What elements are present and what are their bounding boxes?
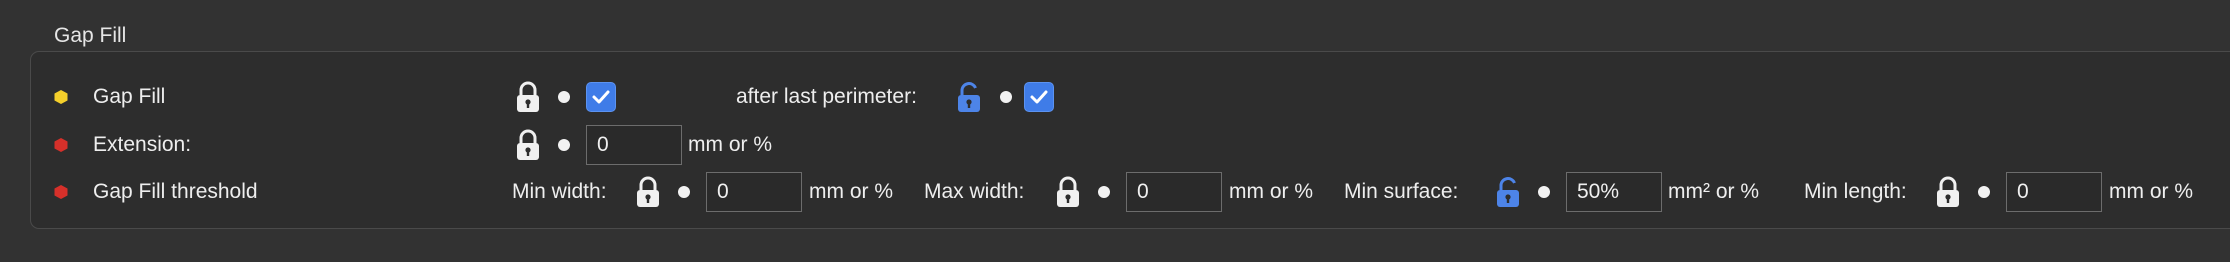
min-length-input[interactable]: [2006, 172, 2102, 212]
system-value-dot[interactable]: [558, 139, 570, 151]
min-width-unit: mm or %: [809, 180, 893, 203]
max-width-label: Max width:: [924, 180, 1025, 203]
unlocked-lock-icon[interactable]: [1494, 176, 1522, 208]
min-surface-input[interactable]: [1566, 172, 1662, 212]
gap-fill-panel: Gap Fill after last perimeter: Extension…: [30, 51, 2230, 229]
row-gap-fill: Gap Fill after last perimeter:: [31, 77, 2230, 117]
group-title: Gap Fill: [54, 24, 127, 47]
row-extension: Extension: mm or %: [31, 125, 2230, 165]
red-bullet-icon: [53, 137, 69, 153]
red-bullet-icon: [53, 184, 69, 200]
lock-icon[interactable]: [1054, 176, 1082, 208]
row-gap-fill-threshold: Gap Fill threshold Min width: mm or % Ma…: [31, 172, 2230, 212]
lock-icon[interactable]: [514, 129, 542, 161]
system-value-dot[interactable]: [1538, 186, 1550, 198]
system-value-dot[interactable]: [1978, 186, 1990, 198]
system-value-dot[interactable]: [678, 186, 690, 198]
lock-icon[interactable]: [514, 81, 542, 113]
min-length-label: Min length:: [1804, 180, 1907, 203]
max-width-input[interactable]: [1126, 172, 1222, 212]
after-last-perimeter-label: after last perimeter:: [736, 85, 917, 108]
unlocked-lock-icon[interactable]: [955, 81, 983, 113]
min-width-label: Min width:: [512, 180, 607, 203]
max-width-unit: mm or %: [1229, 180, 1313, 203]
system-value-dot[interactable]: [1098, 186, 1110, 198]
gap-fill-threshold-label: Gap Fill threshold: [93, 180, 258, 203]
min-surface-unit: mm² or %: [1668, 180, 1759, 203]
min-width-input[interactable]: [706, 172, 802, 212]
gap-fill-checkbox[interactable]: [586, 82, 616, 112]
min-surface-label: Min surface:: [1344, 180, 1459, 203]
system-value-dot[interactable]: [1000, 91, 1012, 103]
extension-unit: mm or %: [688, 133, 772, 156]
extension-input[interactable]: [586, 125, 682, 165]
system-value-dot[interactable]: [558, 91, 570, 103]
lock-icon[interactable]: [1934, 176, 1962, 208]
min-length-unit: mm or %: [2109, 180, 2193, 203]
lock-icon[interactable]: [634, 176, 662, 208]
yellow-bullet-icon: [53, 89, 69, 105]
extension-label: Extension:: [93, 133, 192, 156]
gap-fill-label: Gap Fill: [93, 85, 166, 108]
after-last-perimeter-checkbox[interactable]: [1024, 82, 1054, 112]
